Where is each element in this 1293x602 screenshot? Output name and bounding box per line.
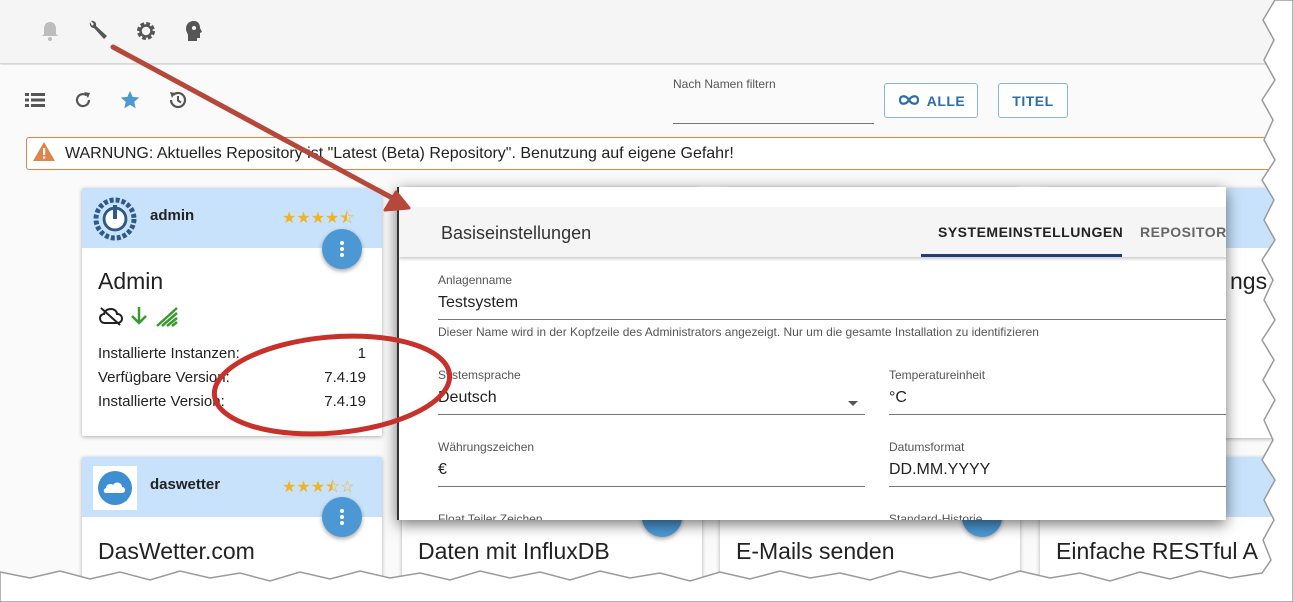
cloud-off-icon [98,306,124,331]
star-icon[interactable] [118,88,142,112]
warning-icon [33,141,55,166]
site-name-input[interactable]: Testsystem [438,294,1226,320]
adapter-card-daswetter[interactable]: daswetter ★★★⯪☆ DasWetter.com [82,457,382,602]
refresh-icon[interactable] [71,88,95,112]
dialog-title: Basiseinstellungen [441,223,592,243]
info-value: 7.4.19 [324,369,366,386]
wrench-icon[interactable] [85,18,111,44]
update-arrow-icon [130,306,148,331]
adapter-title: ngs [1230,268,1268,294]
info-installed-version: Installierte Version: 7.4.19 [98,393,366,410]
float-separator-label: Float Teiler Zeichen [438,512,543,520]
title-sort-button[interactable]: TITEL [998,83,1068,118]
temperature-unit-input[interactable]: °C [889,389,1226,415]
expert-mode-icon[interactable] [181,18,207,44]
site-name-help: Dieser Name wird in der Kopfzeile des Ad… [438,325,1039,339]
language-select[interactable]: Deutsch [438,389,865,415]
base-settings-dialog: Basiseinstellungen SYSTEMEINSTELLUNGEN R… [397,187,1226,520]
adapter-title: Einfache RESTful A [1056,538,1258,564]
card-menu-button[interactable] [322,497,362,537]
info-installed-instances: Installierte Instanzen: 1 [98,345,366,362]
dialog-header: Basiseinstellungen SYSTEMEINSTELLUNGEN R… [399,207,1226,257]
adapter-title: Admin [98,268,164,294]
title-sort-label: TITEL [1012,92,1054,109]
connection-icon [155,306,179,333]
admin-logo-icon [92,196,138,242]
date-format-input[interactable]: DD.MM.YYYY [889,461,1226,487]
default-history-label: Standard-Historie [889,512,983,520]
adapter-card-admin[interactable]: admin ★★★★⯪ Admin Installierte Instanzen… [82,188,382,436]
language-label: Systemsprache [438,368,521,382]
currency-label: Währungszeichen [438,440,535,454]
active-tab-indicator [921,254,1122,257]
daswetter-logo-icon [92,465,138,511]
info-label: Installierte Instanzen: [98,345,240,362]
date-format-label: Datumsformat [889,440,965,454]
info-value: 1 [357,345,366,362]
bell-icon[interactable] [37,18,63,44]
adapter-title: DasWetter.com [98,538,255,564]
dropdown-arrow-icon[interactable] [847,395,859,413]
adapter-name: admin [150,207,195,224]
adapter-name: daswetter [150,476,221,493]
tab-system-settings[interactable]: SYSTEMEINSTELLUNGEN [938,224,1123,240]
filter-label: Nach Namen filtern [673,77,776,91]
filter-input[interactable] [673,96,874,124]
warning-text: WARNUNG: Aktuelles Repository ist "Lates… [65,144,734,162]
temperature-unit-label: Temperatureinheit [889,368,986,382]
top-toolbar [0,0,1275,64]
list-view-icon[interactable] [23,88,47,112]
adapter-title: Daten mit InfluxDB [418,538,610,564]
info-available-version: Verfügbare Version: 7.4.19 [98,369,366,386]
info-label: Installierte Version: [98,393,225,410]
info-label: Verfügbare Version: [98,369,230,386]
screenshot-stage: Nach Namen filtern ALLE TITEL WARNUNG: A… [0,0,1293,602]
gear-icon[interactable] [133,18,159,44]
card-menu-button[interactable] [322,229,362,269]
infinity-icon [897,93,921,109]
info-value: 7.4.19 [324,393,366,410]
tab-repositories[interactable]: REPOSITORIE [1140,224,1226,240]
show-all-button[interactable]: ALLE [884,83,978,118]
repository-warning: WARNUNG: Aktuelles Repository ist "Lates… [26,137,1275,170]
adapter-title: E-Mails senden [736,538,895,564]
history-icon[interactable] [166,88,190,112]
currency-input[interactable]: € [438,461,865,487]
show-all-label: ALLE [926,92,966,109]
site-name-label: Anlagenname [438,273,513,287]
